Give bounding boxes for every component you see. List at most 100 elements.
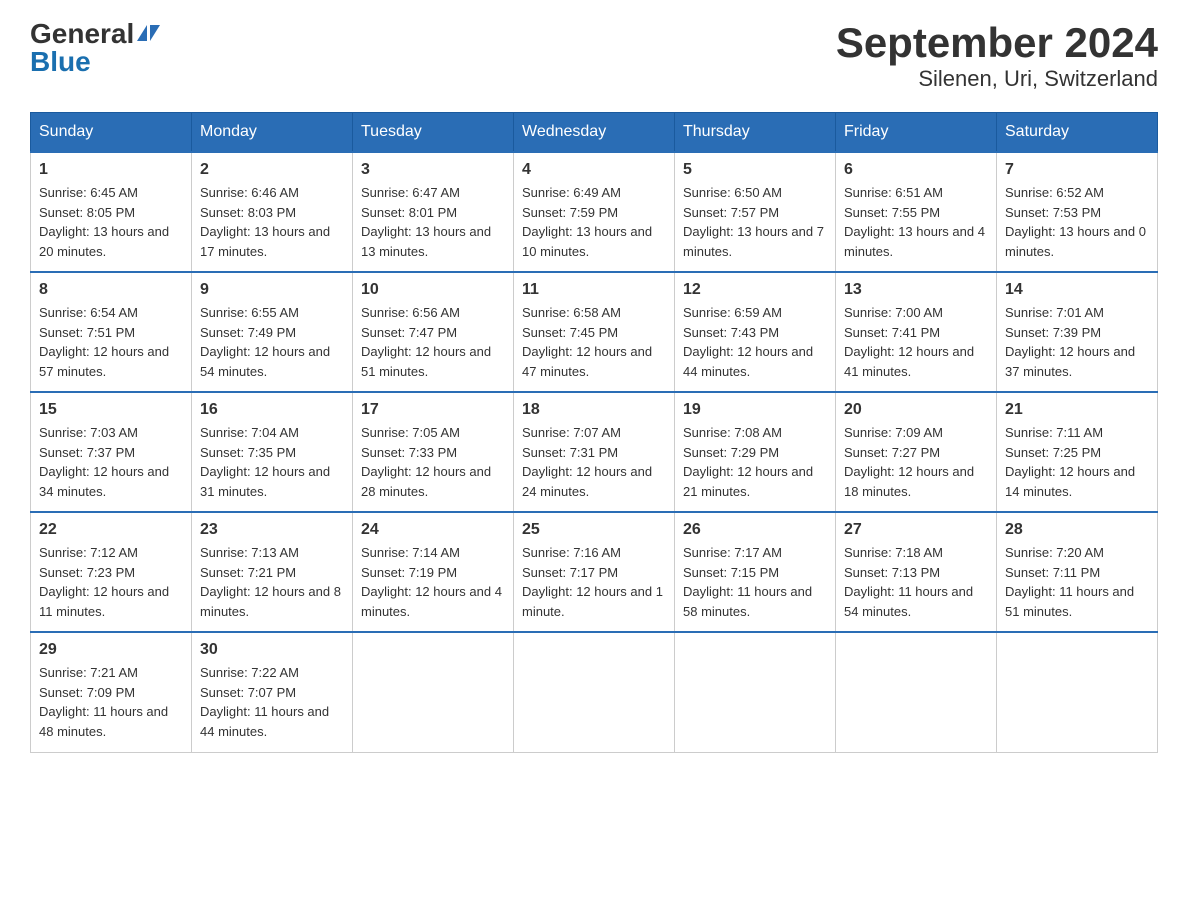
- day-info: Sunrise: 6:45 AMSunset: 8:05 PMDaylight:…: [39, 185, 169, 259]
- day-info: Sunrise: 6:52 AMSunset: 7:53 PMDaylight:…: [1005, 185, 1146, 259]
- calendar-cell: 11 Sunrise: 6:58 AMSunset: 7:45 PMDaylig…: [514, 272, 675, 392]
- calendar-cell: 21 Sunrise: 7:11 AMSunset: 7:25 PMDaylig…: [997, 392, 1158, 512]
- day-info: Sunrise: 7:12 AMSunset: 7:23 PMDaylight:…: [39, 545, 169, 619]
- day-number: 24: [361, 521, 505, 539]
- calendar-header-tuesday: Tuesday: [353, 113, 514, 153]
- day-number: 26: [683, 521, 827, 539]
- calendar-cell: 14 Sunrise: 7:01 AMSunset: 7:39 PMDaylig…: [997, 272, 1158, 392]
- calendar-header-monday: Monday: [192, 113, 353, 153]
- day-number: 21: [1005, 401, 1149, 419]
- calendar-header-thursday: Thursday: [675, 113, 836, 153]
- calendar-cell: 24 Sunrise: 7:14 AMSunset: 7:19 PMDaylig…: [353, 512, 514, 632]
- day-number: 5: [683, 161, 827, 179]
- day-number: 28: [1005, 521, 1149, 539]
- day-info: Sunrise: 6:50 AMSunset: 7:57 PMDaylight:…: [683, 185, 824, 259]
- day-number: 6: [844, 161, 988, 179]
- day-info: Sunrise: 7:18 AMSunset: 7:13 PMDaylight:…: [844, 545, 973, 619]
- calendar-cell: 25 Sunrise: 7:16 AMSunset: 7:17 PMDaylig…: [514, 512, 675, 632]
- calendar-cell: 7 Sunrise: 6:52 AMSunset: 7:53 PMDayligh…: [997, 152, 1158, 272]
- calendar-cell: 13 Sunrise: 7:00 AMSunset: 7:41 PMDaylig…: [836, 272, 997, 392]
- calendar-cell: 30 Sunrise: 7:22 AMSunset: 7:07 PMDaylig…: [192, 632, 353, 752]
- day-number: 14: [1005, 281, 1149, 299]
- calendar-cell: 3 Sunrise: 6:47 AMSunset: 8:01 PMDayligh…: [353, 152, 514, 272]
- day-number: 1: [39, 161, 183, 179]
- calendar-cell: 8 Sunrise: 6:54 AMSunset: 7:51 PMDayligh…: [31, 272, 192, 392]
- calendar-week-row: 8 Sunrise: 6:54 AMSunset: 7:51 PMDayligh…: [31, 272, 1158, 392]
- calendar-cell: 29 Sunrise: 7:21 AMSunset: 7:09 PMDaylig…: [31, 632, 192, 752]
- day-info: Sunrise: 7:22 AMSunset: 7:07 PMDaylight:…: [200, 665, 329, 739]
- day-info: Sunrise: 7:20 AMSunset: 7:11 PMDaylight:…: [1005, 545, 1134, 619]
- calendar-cell: [675, 632, 836, 752]
- day-number: 23: [200, 521, 344, 539]
- calendar-subtitle: Silenen, Uri, Switzerland: [836, 66, 1158, 92]
- logo-text-general: General: [30, 20, 134, 48]
- calendar-cell: 26 Sunrise: 7:17 AMSunset: 7:15 PMDaylig…: [675, 512, 836, 632]
- day-number: 19: [683, 401, 827, 419]
- calendar-title: September 2024: [836, 20, 1158, 66]
- day-info: Sunrise: 6:49 AMSunset: 7:59 PMDaylight:…: [522, 185, 652, 259]
- day-info: Sunrise: 7:00 AMSunset: 7:41 PMDaylight:…: [844, 305, 974, 379]
- day-info: Sunrise: 7:09 AMSunset: 7:27 PMDaylight:…: [844, 425, 974, 499]
- calendar-cell: 5 Sunrise: 6:50 AMSunset: 7:57 PMDayligh…: [675, 152, 836, 272]
- calendar-cell: 1 Sunrise: 6:45 AMSunset: 8:05 PMDayligh…: [31, 152, 192, 272]
- day-info: Sunrise: 6:54 AMSunset: 7:51 PMDaylight:…: [39, 305, 169, 379]
- day-info: Sunrise: 6:51 AMSunset: 7:55 PMDaylight:…: [844, 185, 985, 259]
- day-info: Sunrise: 7:13 AMSunset: 7:21 PMDaylight:…: [200, 545, 341, 619]
- day-number: 7: [1005, 161, 1149, 179]
- day-number: 4: [522, 161, 666, 179]
- day-number: 8: [39, 281, 183, 299]
- logo-text-blue: Blue: [30, 46, 91, 77]
- day-number: 13: [844, 281, 988, 299]
- day-info: Sunrise: 7:17 AMSunset: 7:15 PMDaylight:…: [683, 545, 812, 619]
- calendar-cell: [514, 632, 675, 752]
- calendar-cell: 6 Sunrise: 6:51 AMSunset: 7:55 PMDayligh…: [836, 152, 997, 272]
- calendar-cell: 10 Sunrise: 6:56 AMSunset: 7:47 PMDaylig…: [353, 272, 514, 392]
- calendar-cell: 27 Sunrise: 7:18 AMSunset: 7:13 PMDaylig…: [836, 512, 997, 632]
- day-number: 25: [522, 521, 666, 539]
- day-number: 17: [361, 401, 505, 419]
- calendar-cell: 15 Sunrise: 7:03 AMSunset: 7:37 PMDaylig…: [31, 392, 192, 512]
- day-number: 27: [844, 521, 988, 539]
- calendar-cell: 23 Sunrise: 7:13 AMSunset: 7:21 PMDaylig…: [192, 512, 353, 632]
- calendar-cell: [997, 632, 1158, 752]
- day-number: 10: [361, 281, 505, 299]
- calendar-cell: 19 Sunrise: 7:08 AMSunset: 7:29 PMDaylig…: [675, 392, 836, 512]
- day-info: Sunrise: 7:07 AMSunset: 7:31 PMDaylight:…: [522, 425, 652, 499]
- calendar-week-row: 1 Sunrise: 6:45 AMSunset: 8:05 PMDayligh…: [31, 152, 1158, 272]
- day-info: Sunrise: 7:11 AMSunset: 7:25 PMDaylight:…: [1005, 425, 1135, 499]
- day-number: 22: [39, 521, 183, 539]
- calendar-header-wednesday: Wednesday: [514, 113, 675, 153]
- page-header: General Blue September 2024 Silenen, Uri…: [30, 20, 1158, 92]
- calendar-cell: 4 Sunrise: 6:49 AMSunset: 7:59 PMDayligh…: [514, 152, 675, 272]
- day-info: Sunrise: 6:58 AMSunset: 7:45 PMDaylight:…: [522, 305, 652, 379]
- day-number: 2: [200, 161, 344, 179]
- calendar-header-row: SundayMondayTuesdayWednesdayThursdayFrid…: [31, 113, 1158, 153]
- calendar-header-friday: Friday: [836, 113, 997, 153]
- day-number: 9: [200, 281, 344, 299]
- day-info: Sunrise: 7:16 AMSunset: 7:17 PMDaylight:…: [522, 545, 663, 619]
- calendar-cell: [836, 632, 997, 752]
- day-info: Sunrise: 6:46 AMSunset: 8:03 PMDaylight:…: [200, 185, 330, 259]
- day-info: Sunrise: 7:14 AMSunset: 7:19 PMDaylight:…: [361, 545, 502, 619]
- calendar-header-saturday: Saturday: [997, 113, 1158, 153]
- day-info: Sunrise: 7:05 AMSunset: 7:33 PMDaylight:…: [361, 425, 491, 499]
- calendar-cell: 2 Sunrise: 6:46 AMSunset: 8:03 PMDayligh…: [192, 152, 353, 272]
- day-number: 29: [39, 641, 183, 659]
- day-info: Sunrise: 7:21 AMSunset: 7:09 PMDaylight:…: [39, 665, 168, 739]
- calendar-cell: 9 Sunrise: 6:55 AMSunset: 7:49 PMDayligh…: [192, 272, 353, 392]
- day-number: 16: [200, 401, 344, 419]
- day-info: Sunrise: 6:47 AMSunset: 8:01 PMDaylight:…: [361, 185, 491, 259]
- day-info: Sunrise: 7:03 AMSunset: 7:37 PMDaylight:…: [39, 425, 169, 499]
- day-number: 12: [683, 281, 827, 299]
- day-info: Sunrise: 7:04 AMSunset: 7:35 PMDaylight:…: [200, 425, 330, 499]
- calendar-cell: 28 Sunrise: 7:20 AMSunset: 7:11 PMDaylig…: [997, 512, 1158, 632]
- day-number: 3: [361, 161, 505, 179]
- calendar-week-row: 15 Sunrise: 7:03 AMSunset: 7:37 PMDaylig…: [31, 392, 1158, 512]
- calendar-cell: 20 Sunrise: 7:09 AMSunset: 7:27 PMDaylig…: [836, 392, 997, 512]
- calendar-week-row: 29 Sunrise: 7:21 AMSunset: 7:09 PMDaylig…: [31, 632, 1158, 752]
- calendar-table: SundayMondayTuesdayWednesdayThursdayFrid…: [30, 112, 1158, 753]
- day-number: 20: [844, 401, 988, 419]
- day-info: Sunrise: 6:59 AMSunset: 7:43 PMDaylight:…: [683, 305, 813, 379]
- calendar-cell: 16 Sunrise: 7:04 AMSunset: 7:35 PMDaylig…: [192, 392, 353, 512]
- calendar-cell: 17 Sunrise: 7:05 AMSunset: 7:33 PMDaylig…: [353, 392, 514, 512]
